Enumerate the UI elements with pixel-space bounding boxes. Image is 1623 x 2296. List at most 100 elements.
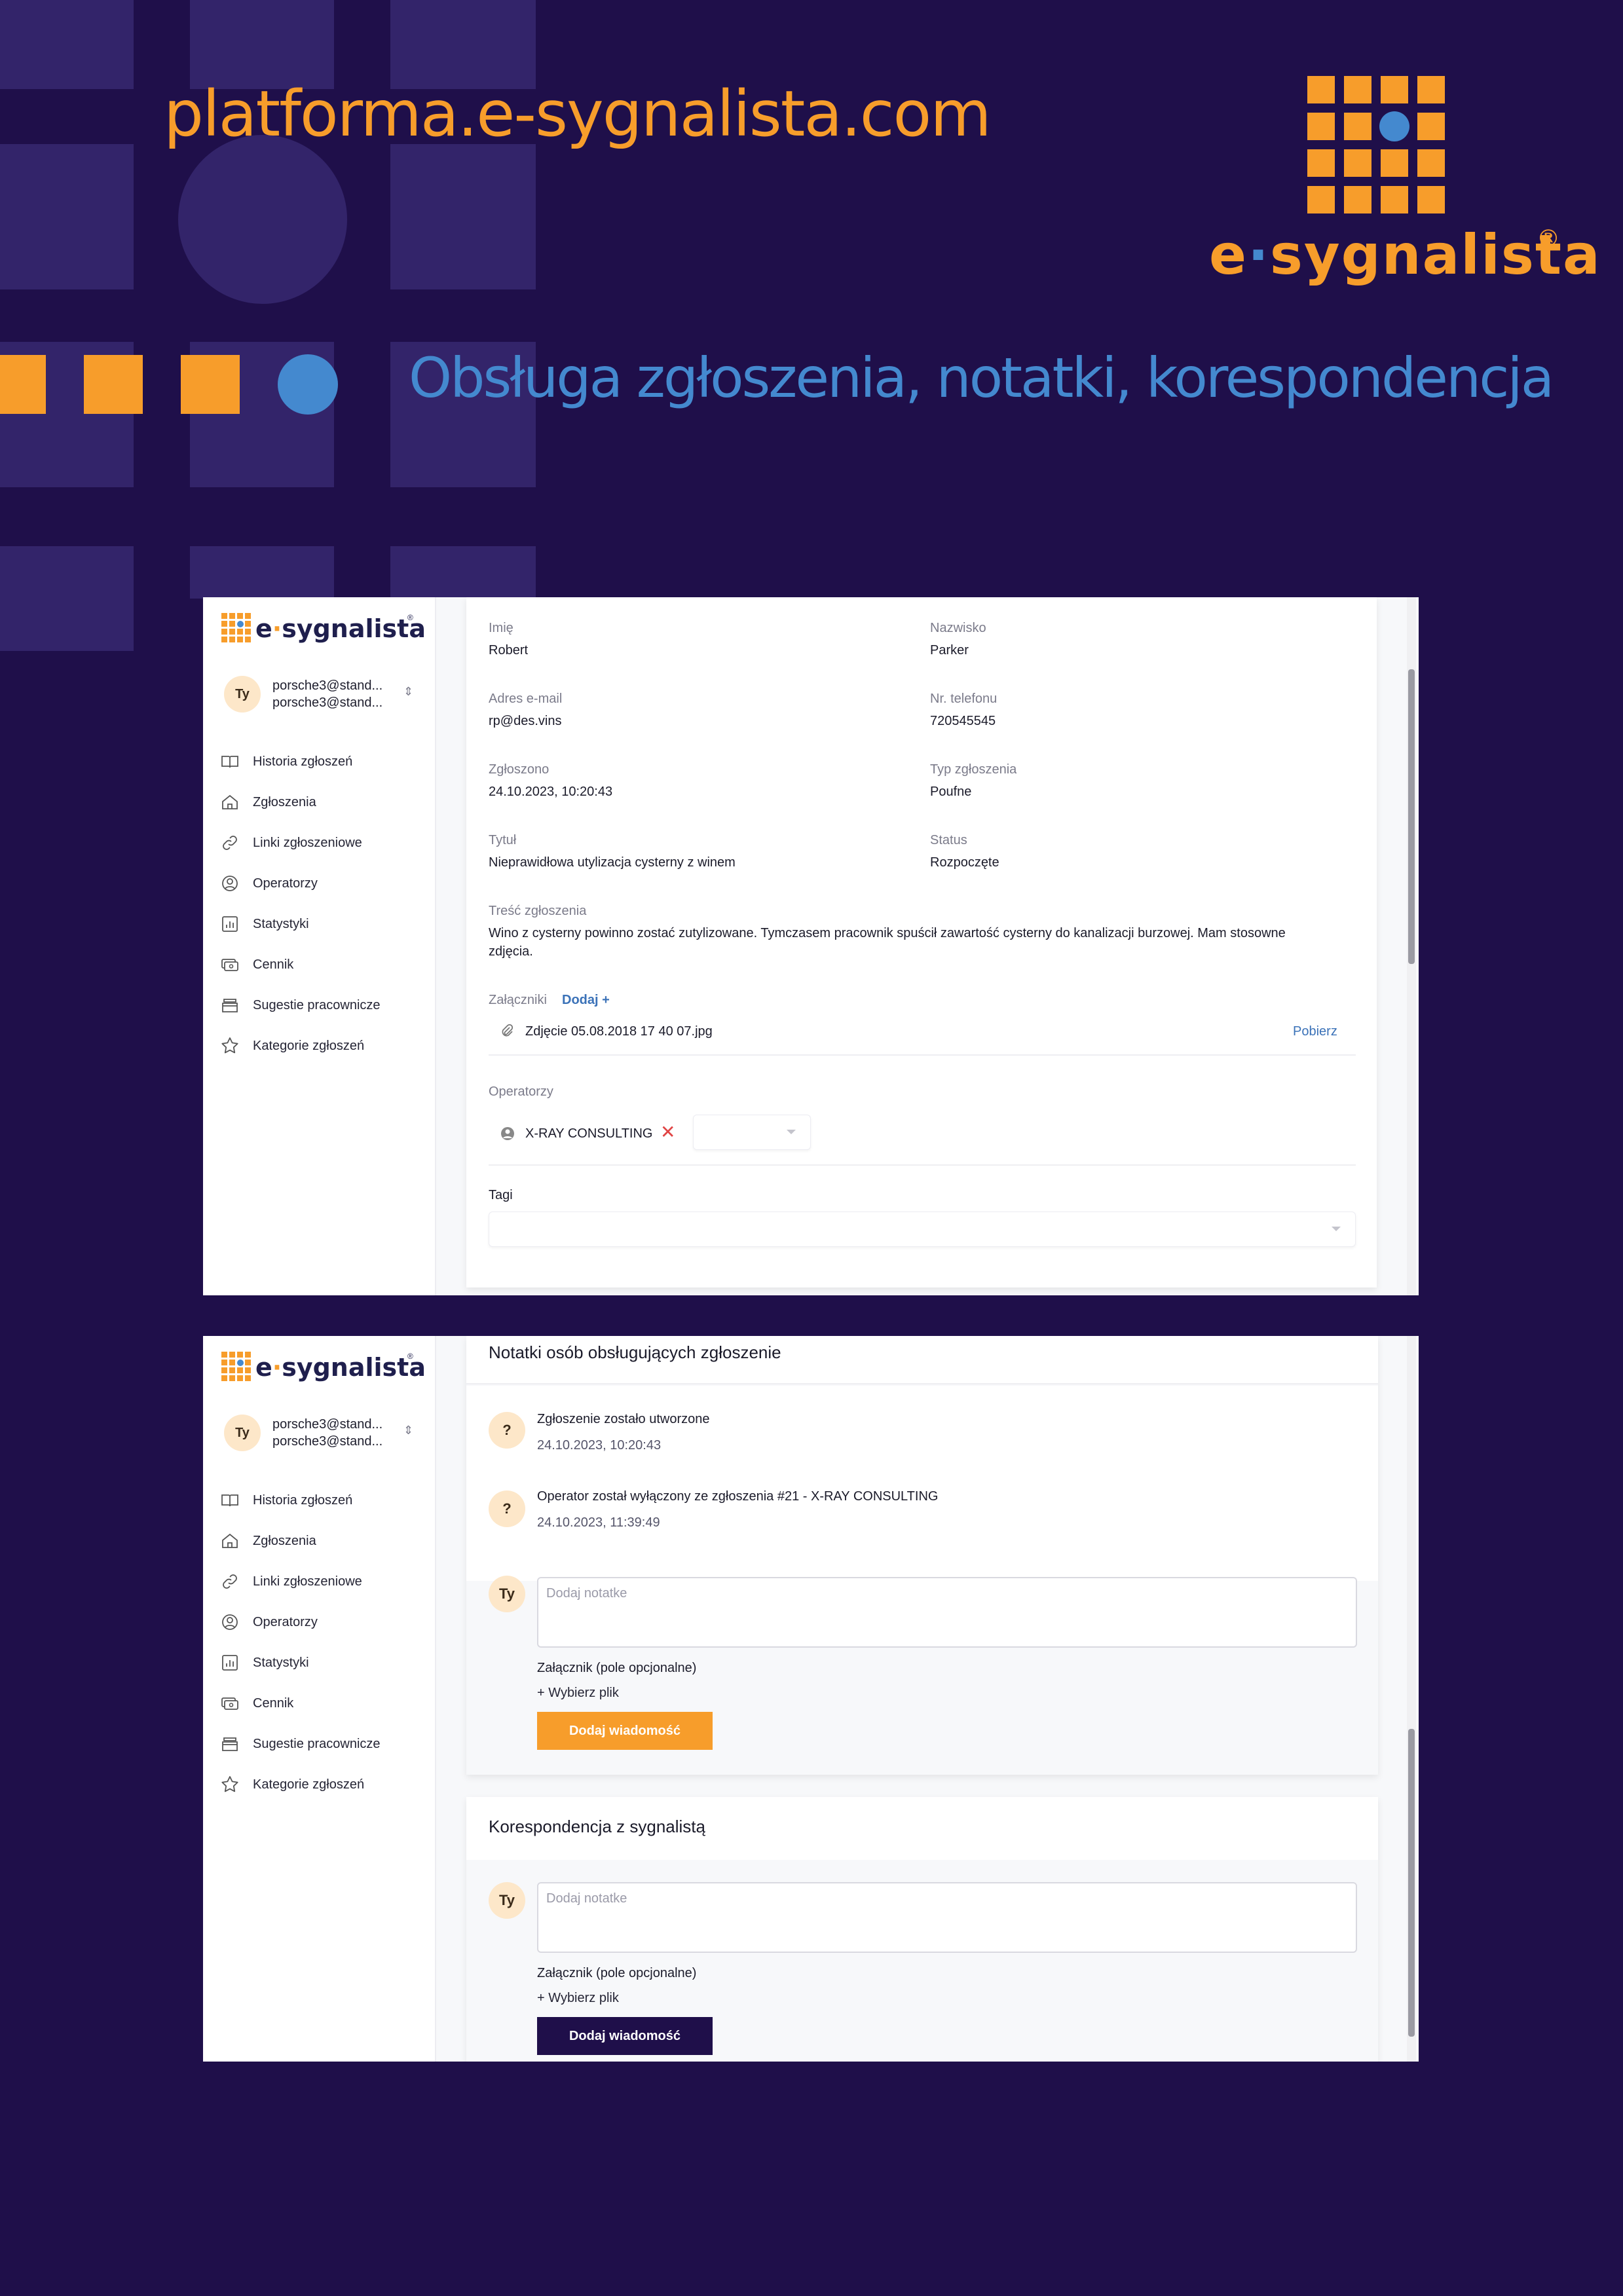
bg-square [0,0,134,89]
sidebar-item-statistics[interactable]: Statystyki [220,1642,417,1683]
attachment-label: Załącznik (pole opcjonalne) [537,1966,697,1980]
sidebar-item-pricing[interactable]: Cennik [220,944,417,985]
notes-card: Notatki osób obsługujących zgłoszenie ? … [466,1336,1378,1775]
money-icon [221,959,238,971]
remove-operator-icon[interactable]: ✕ [660,1121,675,1143]
content-label: Treść zgłoszenia [489,904,587,918]
sidebar-item-label: Kategorie zgłoszeń [253,1038,365,1053]
sidebar-nav: Historia zgłoszeń Zgłoszenia Linki zgłos… [220,741,417,1066]
note-text: Operator został wyłączony ze zgłoszenia … [537,1489,939,1504]
sidebar-item-links[interactable]: Linki zgłoszeniowe [220,823,417,863]
user-email-secondary: porsche3@stand... [272,695,383,710]
sidebar-item-suggestions[interactable]: Sugestie pracownicze [220,1724,417,1764]
reported-label: Zgłoszono [489,762,550,777]
sidebar-item-reports[interactable]: Zgłoszenia [220,1521,417,1561]
chevron-down-icon [787,1130,796,1134]
sidebar-item-label: Operatorzy [253,1614,318,1629]
home-icon [222,794,238,809]
star-icon [221,1776,238,1792]
bg-square [390,144,536,289]
tags-select[interactable] [489,1212,1356,1247]
notes-list: ? Zgłoszenie zostało utworzone 24.10.202… [466,1386,1378,1581]
note-textarea[interactable]: Dodaj notatke [537,1577,1357,1648]
user-switcher[interactable]: Ty porsche3@stand... porsche3@stand... ⇕ [224,673,420,716]
sidebar-item-operators[interactable]: Operatorzy [220,863,417,904]
brand-grid-icon [221,1352,252,1382]
note-placeholder: Dodaj notatke [546,1586,627,1601]
sidebar-item-suggestions[interactable]: Sugestie pracownicze [220,985,417,1026]
content-value-cont: zdjęcia. [489,944,533,959]
message-placeholder: Dodaj notatke [546,1891,627,1906]
home-icon [222,1533,238,1548]
chevron-updown-icon: ⇕ [403,1424,414,1437]
sidebar: e·sygnalista ® Ty porsche3@stand... pors… [203,597,436,1295]
sidebar-logo[interactable]: e·sygnalista ® [221,1352,426,1384]
message-textarea[interactable]: Dodaj notatke [537,1882,1357,1953]
sidebar-item-categories[interactable]: Kategorie zgłoszeń [220,1764,417,1805]
brand-grid-icon [221,613,252,643]
book-icon [221,1494,238,1507]
deco-square [181,355,240,414]
add-attachment-link[interactable]: Dodaj + [562,993,610,1008]
chart-icon [222,916,238,932]
book-icon [221,756,238,768]
send-message-button[interactable]: Dodaj wiadomość [537,2017,713,2055]
deco-square [84,355,143,414]
note-avatar: ? [489,1491,525,1527]
scrollbar[interactable] [1407,597,1416,1295]
sidebar-item-label: Sugestie pracownicze [253,997,381,1012]
status-label: Status [930,833,967,847]
pick-file-button[interactable]: + Wybierz plik [537,1991,619,2006]
last-name-label: Nazwisko [930,621,986,635]
sidebar-item-label: Statystyki [253,1655,309,1670]
poster-subtitle: Obsługa zgłoszenia, notatki, koresponden… [409,346,1554,410]
sidebar-item-categories[interactable]: Kategorie zgłoszeń [220,1026,417,1066]
scrollbar[interactable] [1407,1336,1416,2062]
sidebar-item-links[interactable]: Linki zgłoszeniowe [220,1561,417,1602]
sidebar: e·sygnalista ® Ty porsche3@stand... pors… [203,1336,436,2062]
bg-square [190,0,334,89]
sidebar-item-pricing[interactable]: Cennik [220,1683,417,1724]
chevron-updown-icon: ⇕ [403,685,414,698]
link-icon [223,836,237,850]
note-date: 24.10.2023, 11:39:49 [537,1515,660,1530]
correspondence-title: Korespondencja z sygnalistą [489,1817,705,1836]
user-switcher[interactable]: Ty porsche3@stand... porsche3@stand... ⇕ [224,1412,420,1455]
reported-value: 24.10.2023, 10:20:43 [489,785,613,799]
sidebar-logo[interactable]: e·sygnalista ® [221,613,426,646]
title-value: Nieprawidłowa utylizacja cysterny z wine… [489,855,736,870]
operators-label: Operatorzy [489,1084,553,1099]
link-icon [223,1574,237,1589]
sidebar-item-history[interactable]: Historia zgłoszeń [220,741,417,782]
attachment-label: Załącznik (pole opcjonalne) [537,1661,697,1675]
sidebar-item-statistics[interactable]: Statystyki [220,904,417,944]
pick-file-button[interactable]: + Wybierz plik [537,1686,619,1701]
chart-icon [222,1655,238,1671]
phone-label: Nr. telefonu [930,692,998,706]
attachment-filename[interactable]: Zdjęcie 05.08.2018 17 40 07.jpg [525,1024,713,1039]
scrollbar-thumb[interactable] [1408,1729,1415,2037]
operator-select[interactable] [693,1115,811,1150]
divider [489,1054,1356,1056]
sidebar-item-label: Cennik [253,1695,294,1711]
bg-square [390,0,536,89]
money-icon [221,1697,238,1710]
poster-url: platforma.e-sygnalista.com [164,77,992,151]
bg-square [0,546,134,651]
star-icon [221,1037,238,1054]
user-circle-icon [222,876,238,891]
sidebar-item-history[interactable]: Historia zgłoszeń [220,1480,417,1521]
sidebar-item-label: Zgłoszenia [253,794,316,809]
user-email: porsche3@stand... [272,678,383,693]
report-details-screenshot: e·sygnalista ® Ty porsche3@stand... pors… [203,597,1419,1295]
note-text: Zgłoszenie zostało utworzone [537,1412,710,1426]
sidebar-item-operators[interactable]: Operatorzy [220,1602,417,1642]
sidebar-item-reports[interactable]: Zgłoszenia [220,782,417,823]
scrollbar-thumb[interactable] [1408,669,1415,964]
bg-square [190,546,334,599]
add-note-button[interactable]: Dodaj wiadomość [537,1712,713,1750]
sidebar-item-label: Linki zgłoszeniowe [253,1574,362,1589]
correspondence-header: Korespondencja z sygnalistą [466,1797,1378,1860]
email-value: rp@des.vins [489,714,562,728]
download-link[interactable]: Pobierz [1293,1024,1337,1039]
